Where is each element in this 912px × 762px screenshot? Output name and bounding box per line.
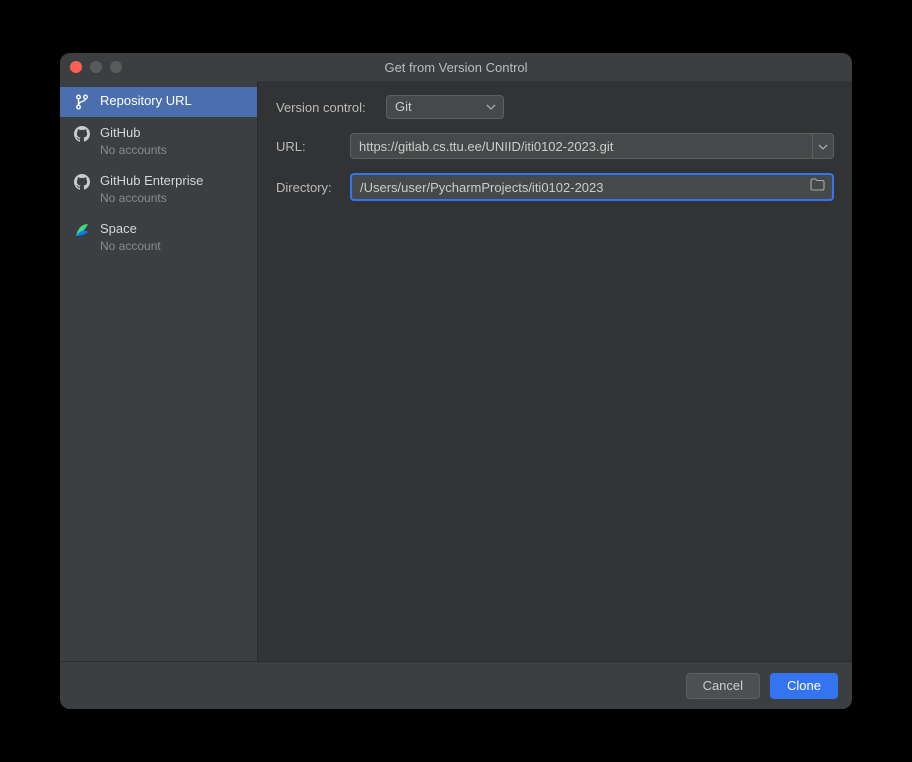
github-icon: [74, 126, 90, 142]
directory-input-wrapper: [350, 173, 834, 201]
url-label: URL:: [276, 139, 350, 154]
url-row: URL:: [276, 133, 834, 159]
main-panel: Version control: Git URL:: [258, 81, 852, 661]
sidebar-item-sublabel: No account: [100, 239, 161, 253]
url-history-button[interactable]: [812, 133, 834, 159]
dialog-footer: Cancel Clone: [60, 661, 852, 709]
close-window-button[interactable]: [70, 61, 82, 73]
version-control-select[interactable]: Git: [386, 95, 504, 119]
cancel-button[interactable]: Cancel: [686, 673, 760, 699]
clone-button[interactable]: Clone: [770, 673, 838, 699]
github-icon: [74, 174, 90, 190]
window-controls: [70, 61, 122, 73]
directory-label: Directory:: [276, 180, 350, 195]
version-control-row: Version control: Git: [276, 95, 834, 119]
minimize-window-button[interactable]: [90, 61, 102, 73]
folder-icon: [810, 178, 825, 196]
sidebar-item-label: GitHub Enterprise: [100, 173, 203, 189]
sidebar-item-label: Space: [100, 221, 161, 237]
titlebar: Get from Version Control: [60, 53, 852, 81]
dialog-title: Get from Version Control: [60, 60, 852, 75]
sidebar-item-sublabel: No accounts: [100, 191, 203, 205]
sidebar-item-github-enterprise[interactable]: GitHub Enterprise No accounts: [60, 165, 257, 213]
browse-directory-button[interactable]: [808, 179, 826, 195]
sidebar-item-space[interactable]: Space No account: [60, 213, 257, 261]
chevron-down-icon: [818, 137, 828, 155]
version-control-label: Version control:: [276, 100, 386, 115]
maximize-window-button[interactable]: [110, 61, 122, 73]
sidebar-item-label: Repository URL: [100, 93, 192, 109]
directory-input[interactable]: [360, 180, 808, 195]
dialog-body: Repository URL GitHub No accounts GitHub…: [60, 81, 852, 661]
sidebar-item-github[interactable]: GitHub No accounts: [60, 117, 257, 165]
sidebar-item-repository-url[interactable]: Repository URL: [60, 87, 257, 117]
git-branch-icon: [74, 94, 90, 110]
sidebar-item-label: GitHub: [100, 125, 167, 141]
vcs-clone-dialog: Get from Version Control Repository URL …: [60, 53, 852, 709]
url-input[interactable]: [350, 133, 812, 159]
sidebar-item-sublabel: No accounts: [100, 143, 167, 157]
space-icon: [74, 222, 90, 238]
source-sidebar: Repository URL GitHub No accounts GitHub…: [60, 81, 258, 661]
directory-row: Directory:: [276, 173, 834, 201]
